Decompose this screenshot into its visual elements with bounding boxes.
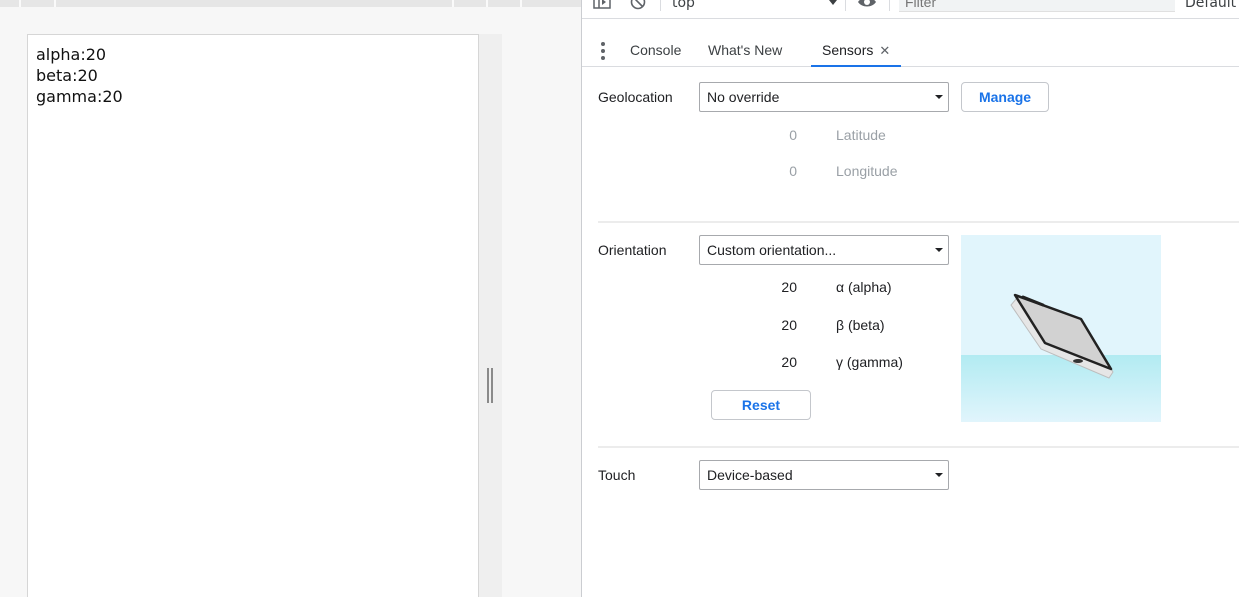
filter-input[interactable] — [899, 0, 1175, 12]
top-ruler — [0, 0, 581, 7]
drawer-tabstrip: Console What's New Sensors ✕ — [582, 33, 1239, 67]
gamma-label: γ (gamma) — [836, 354, 903, 370]
touch-select[interactable]: Device-based — [699, 460, 949, 490]
emulated-page: alpha:20 beta:20 gamma:20 — [27, 34, 479, 597]
beta-label: β (beta) — [836, 317, 885, 333]
orientation-3d-preview[interactable] — [961, 235, 1161, 422]
chevron-down-icon — [829, 0, 837, 5]
device-3d-model-icon — [961, 235, 1161, 422]
geolocation-selected-value: No override — [707, 89, 780, 105]
longitude-label: Longitude — [836, 163, 898, 179]
section-divider — [598, 221, 1239, 223]
latitude-input[interactable]: 0 — [737, 127, 797, 143]
tab-label: Sensors — [822, 42, 874, 58]
alpha-input[interactable]: 20 — [737, 279, 797, 295]
tab-label: Console — [630, 42, 682, 58]
touch-label: Touch — [598, 467, 636, 483]
page-text-line: alpha:20 — [36, 45, 107, 64]
geolocation-select[interactable]: No override — [699, 82, 949, 112]
chevron-down-icon — [935, 95, 943, 99]
close-icon[interactable]: ✕ — [879, 43, 890, 58]
longitude-input[interactable]: 0 — [737, 163, 797, 179]
resize-strip — [479, 34, 502, 597]
page-text-line: beta:20 — [36, 66, 98, 85]
orientation-selected-value: Custom orientation... — [707, 242, 837, 258]
section-divider — [598, 446, 1239, 448]
manage-button[interactable]: Manage — [961, 82, 1049, 112]
orientation-select[interactable]: Custom orientation... — [699, 235, 949, 265]
page-viewport-area: alpha:20 beta:20 gamma:20 — [0, 0, 581, 597]
context-label: top — [672, 0, 695, 11]
chevron-down-icon — [935, 473, 943, 477]
tab-console[interactable]: Console — [630, 33, 681, 67]
more-tools-menu-icon[interactable] — [598, 42, 608, 60]
reset-orientation-button[interactable]: Reset — [711, 390, 811, 420]
tab-sensors[interactable]: Sensors ✕ — [811, 33, 902, 67]
context-selector[interactable]: top — [672, 0, 837, 11]
devtools-panel: top Default levels Console What's New Se… — [581, 0, 1239, 597]
tab-whats-new[interactable]: What's New — [708, 33, 782, 67]
sidebar-toggle-icon[interactable] — [592, 0, 612, 10]
latitude-label: Latitude — [836, 127, 886, 143]
log-levels-dropdown[interactable]: Default levels — [1185, 0, 1239, 11]
viewport-resize-handle[interactable] — [486, 368, 495, 403]
geolocation-label: Geolocation — [598, 89, 673, 105]
alpha-label: α (alpha) — [836, 279, 892, 295]
page-text-line: gamma:20 — [36, 87, 123, 106]
gamma-input[interactable]: 20 — [737, 354, 797, 370]
touch-selected-value: Device-based — [707, 467, 793, 483]
beta-input[interactable]: 20 — [737, 317, 797, 333]
chevron-down-icon — [935, 248, 943, 252]
console-toolbar: top Default levels — [582, 0, 1239, 19]
tab-label: What's New — [708, 42, 783, 58]
live-expression-eye-icon[interactable] — [857, 0, 877, 10]
orientation-label: Orientation — [598, 242, 667, 258]
clear-console-icon[interactable] — [628, 0, 648, 10]
